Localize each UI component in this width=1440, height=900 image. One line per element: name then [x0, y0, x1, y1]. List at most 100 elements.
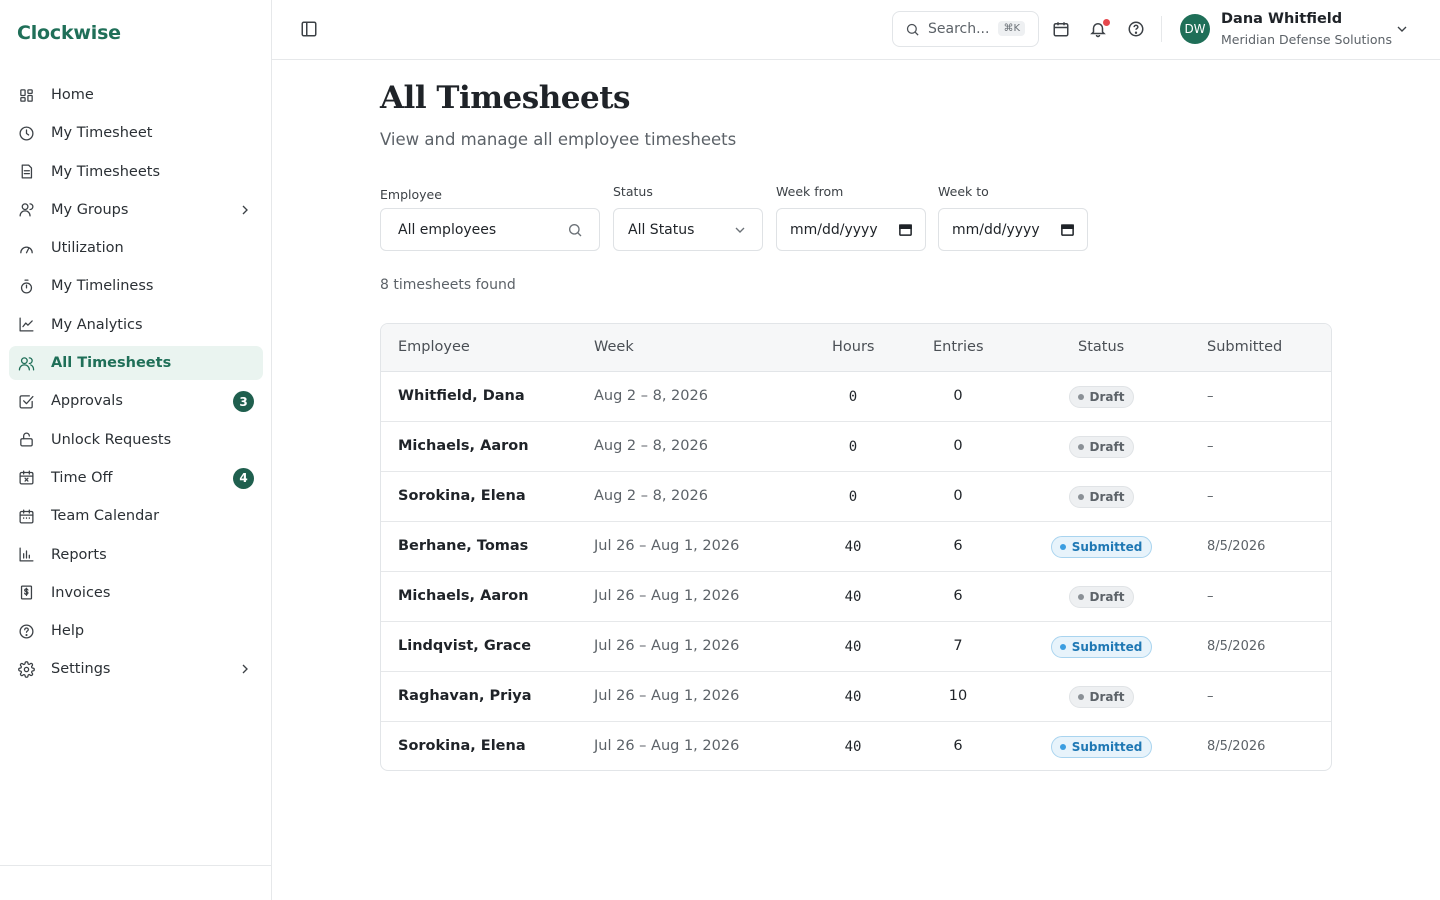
- entries-value: 0: [953, 488, 963, 504]
- column-header-submitted[interactable]: Submitted: [1207, 339, 1282, 355]
- column-header-employee[interactable]: Employee: [398, 339, 470, 355]
- submitted-date: –: [1207, 689, 1214, 704]
- status-dot: [1059, 644, 1066, 650]
- status-cell: Draft: [1051, 386, 1152, 408]
- chevron-down-icon[interactable]: [1394, 21, 1410, 37]
- status-label: Draft: [1089, 440, 1125, 454]
- column-header-entries[interactable]: Entries: [933, 339, 984, 355]
- employee-name[interactable]: Michaels, Aaron: [398, 438, 529, 454]
- search-button[interactable]: Search... ⌘K: [892, 11, 1039, 47]
- week-from-date-input[interactable]: mm/dd/yyyy: [776, 208, 926, 251]
- week-range: Jul 26 – Aug 1, 2026: [594, 638, 740, 654]
- employee-name[interactable]: Lindqvist, Grace: [398, 638, 531, 654]
- sidebar-item-approvals[interactable]: Approvals 3: [9, 384, 263, 418]
- status-filter-label: Status: [613, 184, 653, 199]
- top-bar: Search... ⌘K DW Dana Whitfield Meridian …: [272, 0, 1440, 60]
- sidebar-item-home[interactable]: Home: [9, 78, 263, 112]
- status-dot: [1077, 494, 1084, 500]
- sidebar-item-utilization[interactable]: Utilization: [9, 231, 263, 265]
- avatar[interactable]: DW: [1180, 14, 1210, 44]
- status-dot: [1077, 694, 1084, 700]
- table-row[interactable]: Michaels, Aaron Jul 26 – Aug 1, 2026 40 6 Dr…: [381, 572, 1331, 622]
- calendar-icon[interactable]: [1052, 20, 1070, 38]
- sidebar-item-my-timeliness[interactable]: My Timeliness: [9, 269, 263, 303]
- unlock-icon: [17, 431, 35, 449]
- sidebar-item-label: Home: [51, 87, 94, 103]
- sidebar-item-my-groups[interactable]: My Groups: [9, 193, 263, 227]
- user-organization: Meridian Defense Solutions: [1221, 32, 1392, 47]
- employee-name[interactable]: Sorokina, Elena: [398, 488, 526, 504]
- week-range: Jul 26 – Aug 1, 2026: [594, 738, 740, 754]
- sidebar-item-team-calendar[interactable]: Team Calendar: [9, 499, 263, 533]
- employee-name[interactable]: Berhane, Tomas: [398, 538, 528, 554]
- employee-filter-input[interactable]: All employees: [380, 208, 600, 251]
- status-filter-select[interactable]: All Status: [613, 208, 763, 251]
- results-count: 8 timesheets found: [380, 277, 516, 293]
- user-name[interactable]: Dana Whitfield: [1221, 11, 1342, 27]
- column-header-week[interactable]: Week: [594, 339, 634, 355]
- week-range: Jul 26 – Aug 1, 2026: [594, 588, 740, 604]
- table-row[interactable]: Sorokina, Elena Aug 2 – 8, 2026 0 0 Draft –: [381, 472, 1331, 522]
- sidebar: Clockwise Home My Timesheet My Timesheets M…: [0, 0, 272, 900]
- table-row[interactable]: Michaels, Aaron Aug 2 – 8, 2026 0 0 Draft –: [381, 422, 1331, 472]
- sidebar-item-unlock-requests[interactable]: Unlock Requests: [9, 423, 263, 457]
- employee-name[interactable]: Michaels, Aaron: [398, 588, 529, 604]
- sidebar-item-label: My Timesheets: [51, 163, 161, 180]
- submitted-date: –: [1207, 489, 1214, 504]
- sidebar-item-all-timesheets[interactable]: All Timesheets: [9, 346, 263, 381]
- table-row[interactable]: Berhane, Tomas Jul 26 – Aug 1, 2026 40 6 Sub…: [381, 522, 1331, 572]
- table-row[interactable]: Lindqvist, Grace Jul 26 – Aug 1, 2026 40 7 S…: [381, 622, 1331, 672]
- submitted-date: –: [1207, 589, 1214, 604]
- sidebar-item-label: Reports: [51, 546, 107, 563]
- sidebar-item-settings[interactable]: Settings: [9, 652, 263, 686]
- hours-value: 40: [844, 739, 862, 755]
- gauge-icon: [17, 239, 35, 257]
- sidebar-item-label: My Analytics: [51, 316, 143, 333]
- sidebar-item-reports[interactable]: Reports: [9, 538, 263, 572]
- invoice-icon: [17, 584, 35, 602]
- status-label: Draft: [1089, 490, 1125, 504]
- brand-logo[interactable]: Clockwise: [17, 22, 121, 44]
- table-row[interactable]: Whitfield, Dana Aug 2 – 8, 2026 0 0 Draft –: [381, 372, 1331, 422]
- entries-value: 0: [953, 388, 963, 404]
- sidebar-item-my-timesheets[interactable]: My Timesheets: [9, 155, 263, 189]
- status-cell: Draft: [1051, 686, 1152, 708]
- sidebar-item-time-off[interactable]: Time Off 4: [9, 461, 263, 495]
- help-icon[interactable]: [1127, 20, 1145, 38]
- status-cell: Draft: [1051, 586, 1152, 608]
- employee-name[interactable]: Whitfield, Dana: [398, 388, 525, 404]
- sidebar-nav: Home My Timesheet My Timesheets My Groups Ut…: [9, 78, 263, 691]
- week-range: Aug 2 – 8, 2026: [594, 488, 708, 504]
- status-label: Draft: [1089, 690, 1125, 704]
- status-cell: Submitted: [1050, 636, 1153, 658]
- column-header-hours[interactable]: Hours: [832, 339, 874, 355]
- calendar-x-icon: [17, 469, 35, 487]
- check-square-icon: [17, 392, 35, 410]
- status-cell: Draft: [1051, 436, 1152, 458]
- search-shortcut: ⌘K: [998, 21, 1025, 36]
- search-placeholder: Search...: [928, 21, 990, 37]
- entries-value: 7: [953, 638, 963, 654]
- status-badge: Submitted: [1050, 736, 1153, 758]
- sidebar-item-invoices[interactable]: Invoices: [9, 576, 263, 610]
- sidebar-item-help[interactable]: Help: [9, 614, 263, 648]
- sidebar-toggle-icon[interactable]: [300, 20, 318, 38]
- employee-filter-value: All employees: [398, 221, 497, 238]
- document-icon: [17, 163, 35, 181]
- sidebar-item-my-timesheet[interactable]: My Timesheet: [9, 116, 263, 150]
- employee-name[interactable]: Sorokina, Elena: [398, 738, 526, 754]
- employee-name[interactable]: Raghavan, Priya: [398, 688, 532, 704]
- table-row[interactable]: Sorokina, Elena Jul 26 – Aug 1, 2026 40 6 Su…: [381, 722, 1331, 770]
- table-row[interactable]: Raghavan, Priya Jul 26 – Aug 1, 2026 40 10 D…: [381, 672, 1331, 722]
- entries-value: 0: [953, 438, 963, 454]
- week-to-date-input[interactable]: mm/dd/yyyy: [938, 208, 1088, 251]
- sidebar-item-my-analytics[interactable]: My Analytics: [9, 308, 263, 342]
- status-badge: Draft: [1068, 386, 1135, 408]
- column-header-status[interactable]: Status: [1078, 339, 1124, 355]
- status-badge: Draft: [1068, 486, 1135, 508]
- calendar-icon[interactable]: [1060, 222, 1075, 237]
- calendar-icon[interactable]: [898, 222, 913, 237]
- hours-value: 40: [844, 689, 862, 705]
- clock-icon: [17, 124, 35, 142]
- help-icon: [17, 622, 35, 640]
